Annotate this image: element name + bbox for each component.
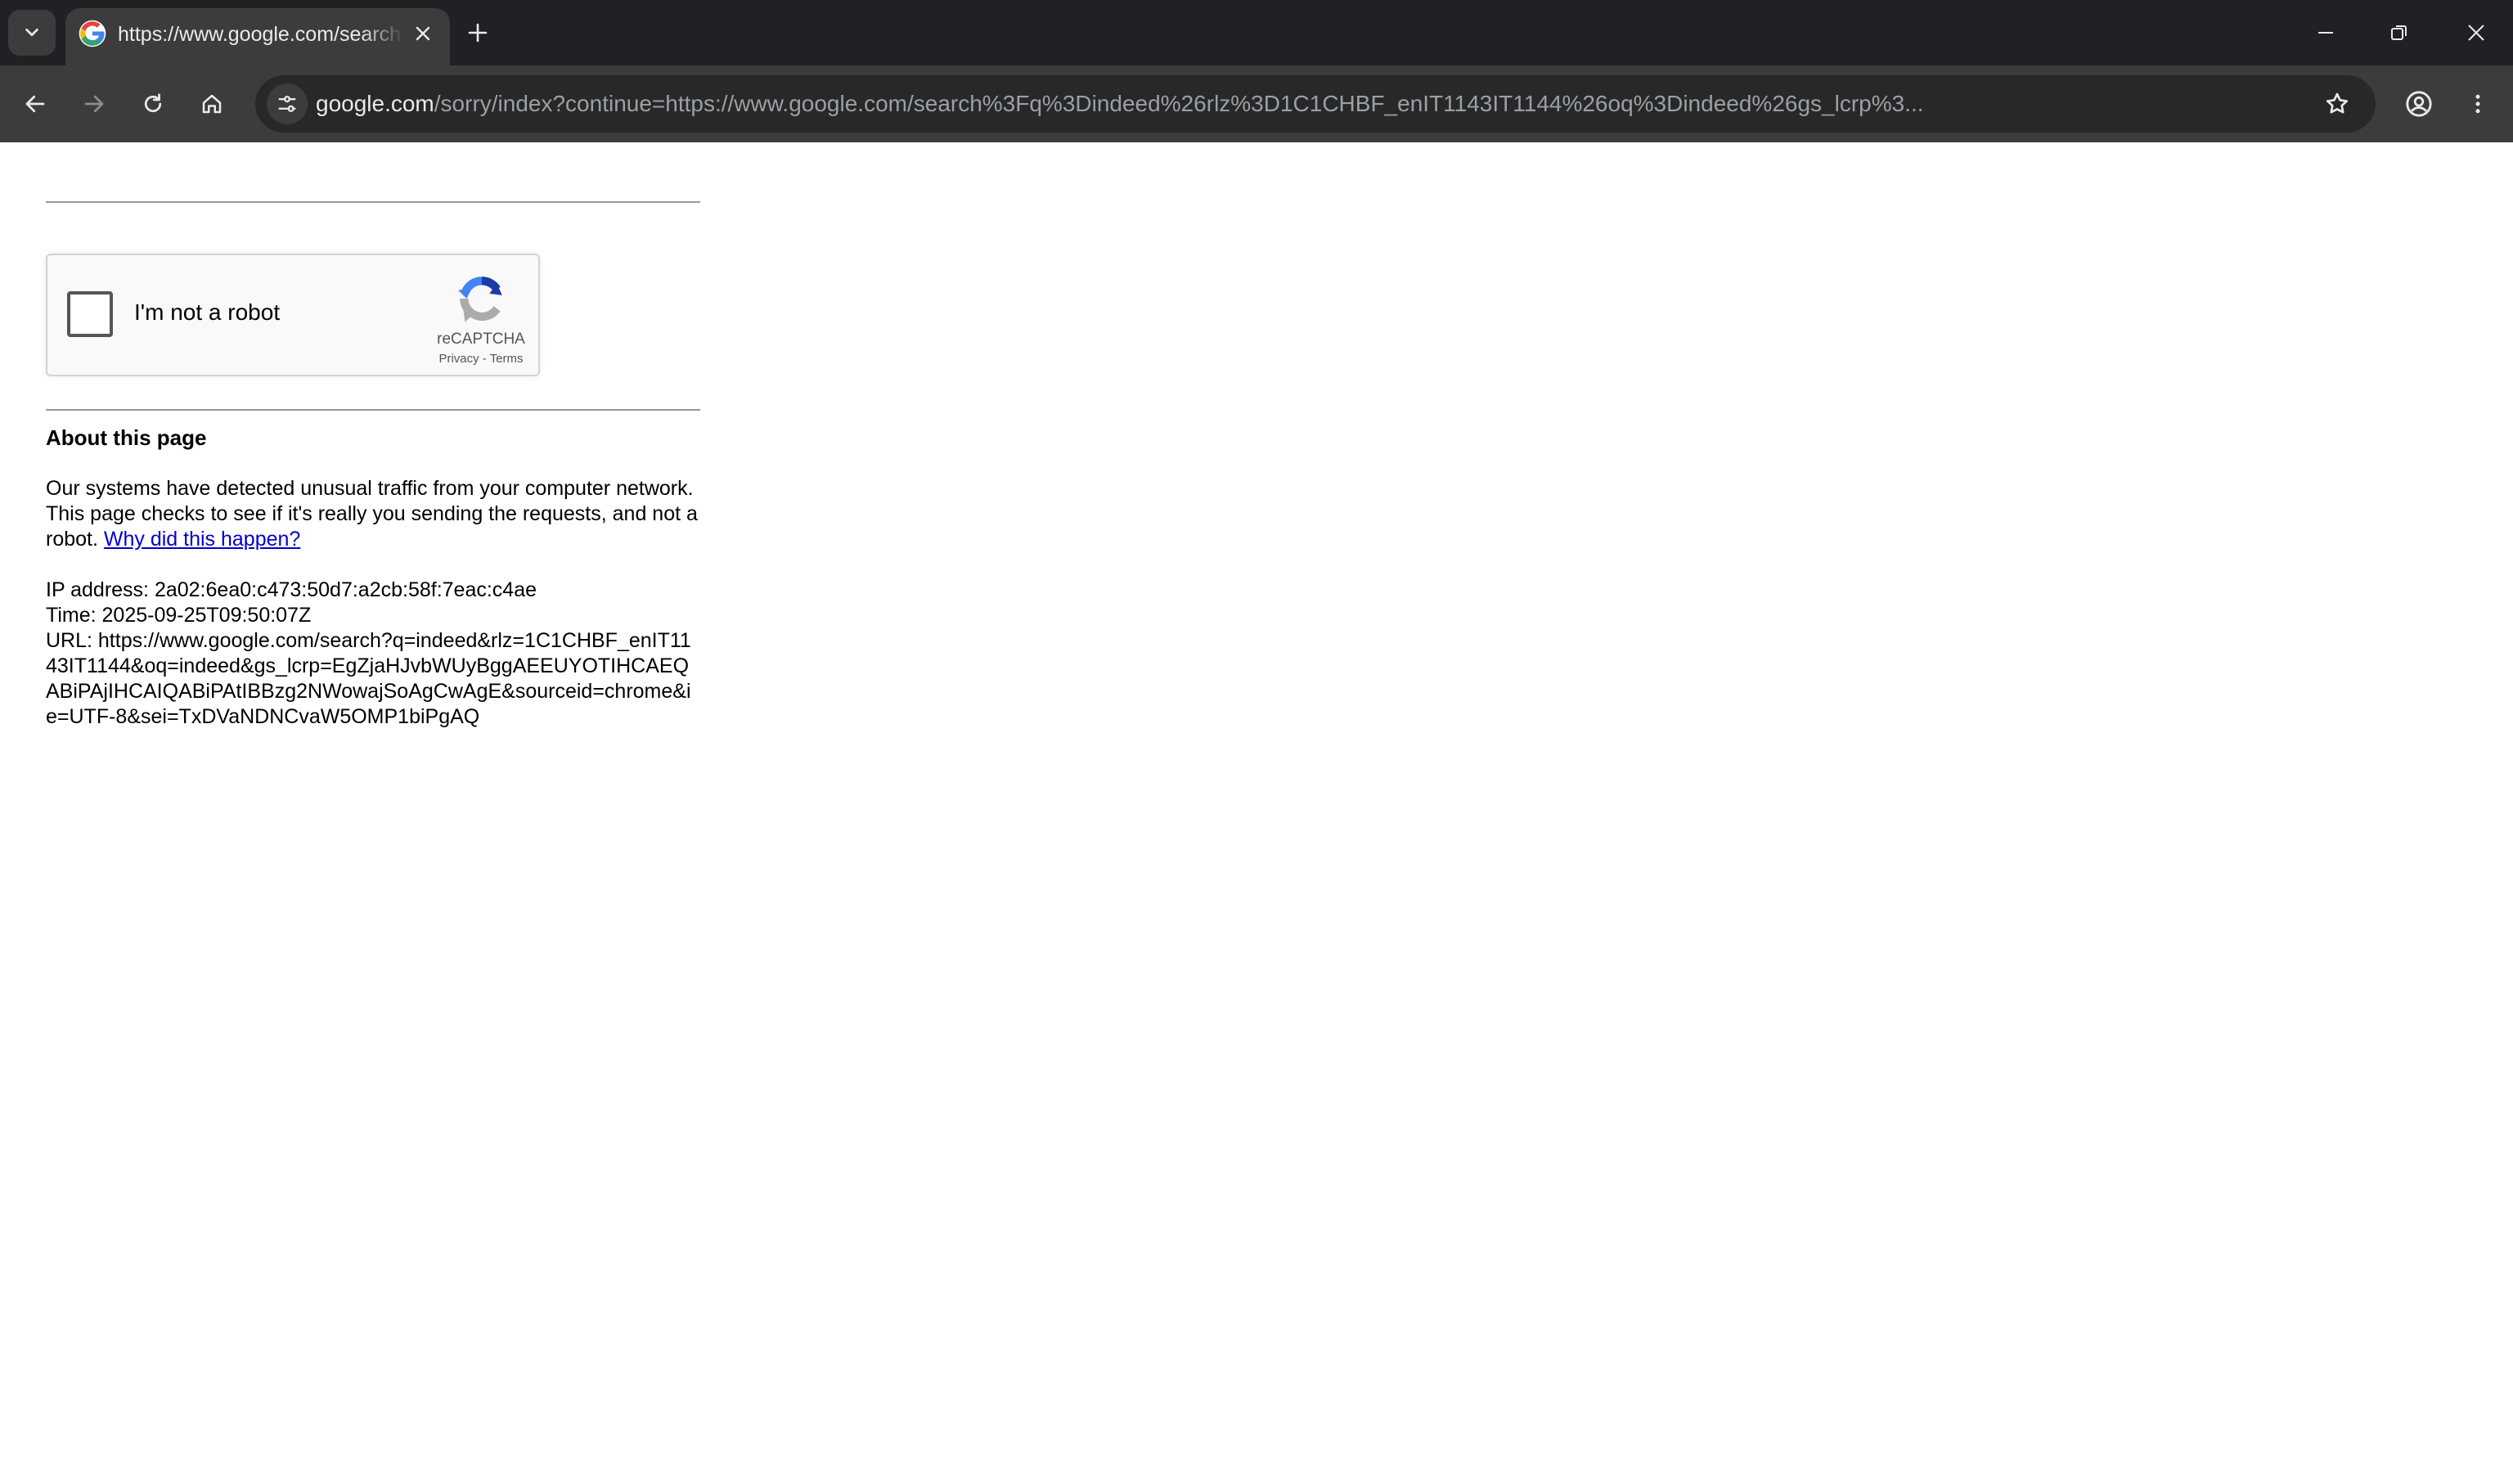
plus-icon bbox=[468, 23, 488, 43]
restore-icon bbox=[2391, 25, 2407, 40]
about-title: About this page bbox=[46, 425, 207, 450]
home-icon bbox=[202, 94, 222, 114]
recaptcha-logo-icon bbox=[458, 277, 502, 322]
request-time: Time: 2025-09-25T09:50:07Z bbox=[46, 604, 312, 627]
profile-button[interactable] bbox=[2398, 83, 2439, 124]
ip-address: IP address: 2a02:6ea0:c473:50d7:a2cb:58f… bbox=[46, 578, 537, 601]
home-button[interactable] bbox=[191, 83, 232, 124]
tab-close-button[interactable] bbox=[406, 16, 440, 51]
menu-button[interactable] bbox=[2457, 83, 2498, 124]
toolbar: google.com/sorry/index?continue=https://… bbox=[0, 65, 2513, 142]
reload-icon bbox=[144, 93, 162, 113]
recaptcha-widget: I'm not a robot reCAPTCHA Privacy - Term… bbox=[46, 254, 540, 376]
new-tab-button[interactable] bbox=[460, 15, 496, 51]
address-bar[interactable]: google.com/sorry/index?continue=https://… bbox=[255, 75, 2376, 133]
minimize-icon bbox=[2318, 32, 2333, 34]
divider bbox=[46, 201, 700, 203]
forward-button[interactable] bbox=[74, 83, 115, 124]
url-path: /sorry/index?continue=https://www.google… bbox=[434, 91, 1924, 116]
google-g-icon bbox=[79, 20, 106, 47]
close-icon bbox=[2468, 25, 2484, 41]
star-icon bbox=[2326, 92, 2349, 114]
divider bbox=[46, 409, 700, 411]
reload-button[interactable] bbox=[133, 83, 173, 124]
why-link[interactable]: Why did this happen? bbox=[104, 528, 300, 551]
recaptcha-links: Privacy - Terms bbox=[407, 352, 555, 366]
forward-arrow-icon bbox=[84, 95, 104, 113]
close-icon bbox=[416, 26, 430, 41]
tab-title: https://www.google.com/search?q=indeed bbox=[118, 23, 404, 46]
account-circle-icon bbox=[2406, 91, 2432, 117]
privacy-link[interactable]: Privacy bbox=[438, 352, 479, 366]
restore-button[interactable] bbox=[2371, 8, 2428, 57]
tab-strip: https://www.google.com/search?q=indeed bbox=[0, 0, 2513, 65]
kebab-menu-icon bbox=[2475, 94, 2480, 114]
recaptcha-brand: reCAPTCHA bbox=[437, 331, 525, 348]
request-info: IP address: 2a02:6ea0:c473:50d7:a2cb:58f… bbox=[46, 578, 700, 730]
back-arrow-icon bbox=[25, 95, 45, 113]
recaptcha-label[interactable]: I'm not a robot bbox=[134, 299, 280, 326]
minimize-button[interactable] bbox=[2297, 8, 2354, 57]
separator: - bbox=[479, 352, 490, 366]
tune-icon bbox=[278, 96, 296, 112]
recaptcha-checkbox[interactable] bbox=[67, 291, 113, 337]
close-window-button[interactable] bbox=[2448, 8, 2505, 57]
terms-link[interactable]: Terms bbox=[490, 352, 524, 366]
active-tab[interactable]: https://www.google.com/search?q=indeed bbox=[65, 8, 450, 65]
tab-search-button[interactable] bbox=[8, 10, 56, 56]
chevron-down-icon bbox=[25, 28, 38, 37]
back-button[interactable] bbox=[15, 83, 56, 124]
site-info-button[interactable] bbox=[267, 83, 308, 124]
url-text[interactable]: google.com/sorry/index?continue=https://… bbox=[316, 75, 2295, 133]
bookmark-button[interactable] bbox=[2317, 83, 2358, 124]
about-text: Our systems have detected unusual traffi… bbox=[46, 476, 700, 552]
request-url: URL: https://www.google.com/search?q=ind… bbox=[46, 629, 691, 728]
url-host: google.com bbox=[316, 91, 434, 116]
